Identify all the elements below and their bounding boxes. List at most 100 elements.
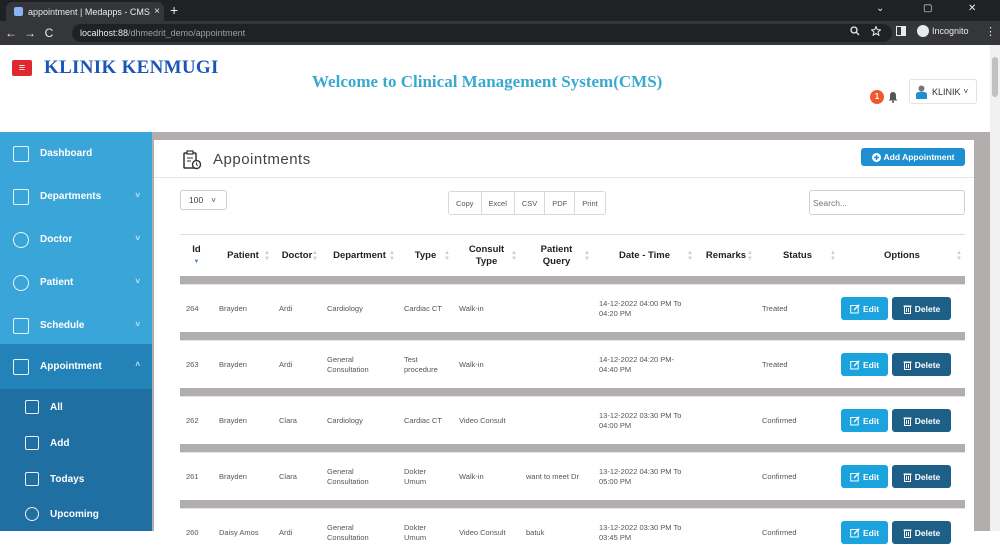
cell-consult-type: Video Consult — [453, 396, 520, 444]
edit-button[interactable]: Edit — [841, 353, 888, 376]
welcome-title: Welcome to Clinical Management System(CM… — [312, 72, 663, 91]
browser-tab[interactable]: appointment | Medapps - CMS × — [6, 2, 164, 21]
incognito-indicator[interactable]: Incognito — [917, 25, 969, 37]
edit-button[interactable]: Edit — [841, 409, 888, 432]
edit-button[interactable]: Edit — [841, 465, 888, 488]
add-appointment-button[interactable]: Add Appointment — [861, 148, 965, 166]
cell-consult-type: Video Consult — [453, 508, 520, 556]
column-header-date-time[interactable]: Date - Time ▲ ▼ — [593, 234, 696, 276]
sort-icon: ▲ ▼ — [687, 250, 693, 262]
address-bar-row: ← → C localhost:88/dhmedrit_demo/appoint… — [0, 21, 1000, 45]
cell-patient: Daisy Amos — [213, 508, 273, 556]
menu-toggle-icon[interactable]: ≡ — [12, 60, 32, 76]
cell-doctor: Ardi — [273, 284, 321, 332]
pdf-button[interactable]: PDF — [545, 192, 576, 214]
cell-type: Dokter Umum — [398, 508, 453, 556]
incognito-icon — [917, 25, 929, 37]
sidebar-item-appointment[interactable]: Appointment ˄ — [0, 344, 152, 389]
cell-id: 263 — [180, 340, 213, 388]
sidepanel-icon[interactable] — [896, 26, 906, 36]
column-header-type[interactable]: Type ▲ ▼ — [398, 234, 453, 276]
row-spacer — [180, 276, 965, 284]
star-icon[interactable] — [871, 26, 881, 36]
column-header-patient-query[interactable]: Patient Query ▲ ▼ — [520, 234, 593, 276]
forward-icon[interactable]: → — [22, 26, 38, 40]
edit-icon — [850, 303, 860, 313]
sidebar-subitem-label: Upcoming — [50, 508, 99, 520]
sidebar-subitem-add[interactable]: Add — [0, 425, 152, 461]
delete-button[interactable]: Delete — [892, 353, 951, 376]
window-close-icon[interactable]: ✕ — [968, 3, 976, 14]
sidebar-item-doctor[interactable]: Doctor ˅ — [0, 218, 152, 261]
url-host: localhost:88 — [80, 28, 129, 38]
sidebar: Dashboard Departments ˅ Doctor ˅ Patient… — [0, 132, 152, 531]
departments-icon — [13, 188, 29, 205]
sidebar-item-dashboard[interactable]: Dashboard — [0, 132, 152, 175]
column-header-patient[interactable]: Patient ▲ ▼ — [213, 234, 273, 276]
delete-button[interactable]: Delete — [892, 521, 951, 544]
tab-close-icon[interactable]: × — [150, 6, 164, 17]
trash-icon — [903, 305, 912, 314]
zoom-icon[interactable] — [850, 26, 860, 36]
delete-button[interactable]: Delete — [892, 409, 951, 432]
page-length-select[interactable]: 100 ˅ — [180, 190, 227, 210]
page-scrollbar[interactable] — [990, 45, 1000, 531]
delete-label: Delete — [914, 359, 941, 370]
minimize-icon[interactable]: ⌄ — [876, 3, 884, 14]
column-header-doctor[interactable]: Doctor ▲ ▼ — [273, 234, 321, 276]
sidebar-subitem-all[interactable]: All — [0, 389, 152, 425]
notification-button[interactable]: 1 — [870, 90, 899, 104]
delete-label: Delete — [914, 471, 941, 482]
column-header-remarks[interactable]: Remarks ▲ ▼ — [696, 234, 756, 276]
restore-icon[interactable]: ▢ — [923, 3, 932, 14]
sidebar-item-departments[interactable]: Departments ˅ — [0, 175, 152, 218]
sort-icon: ▲ ▼ — [389, 250, 395, 262]
delete-button[interactable]: Delete — [892, 297, 951, 320]
reload-icon[interactable]: C — [41, 26, 57, 40]
delete-button[interactable]: Delete — [892, 465, 951, 488]
cell-status: Confirmed — [756, 396, 839, 444]
edit-label: Edit — [862, 303, 880, 314]
column-header-label: Date - Time — [618, 249, 671, 261]
column-header-label: Options — [884, 249, 920, 261]
sidebar-item-patient[interactable]: Patient ˅ — [0, 261, 152, 304]
export-button-group: Copy Excel CSV PDF Print — [448, 191, 606, 215]
column-header-label: Department — [333, 249, 386, 261]
csv-button[interactable]: CSV — [515, 192, 546, 214]
delete-label: Delete — [914, 303, 941, 314]
user-menu-button[interactable]: KLINIK ˅ — [909, 79, 977, 104]
sidebar-item-label: Patient — [40, 277, 74, 288]
column-header-options[interactable]: Options ▲ ▼ — [839, 234, 965, 276]
row-spacer-cell — [180, 500, 965, 508]
edit-button[interactable]: Edit — [841, 297, 888, 320]
excel-button[interactable]: Excel — [482, 192, 515, 214]
copy-button[interactable]: Copy — [449, 192, 482, 214]
brand-title[interactable]: KLINIK KENMUGI — [44, 57, 219, 79]
add-appointment-label: Add Appointment — [883, 152, 955, 162]
url-path: /dhmedrit_demo/appointment — [128, 28, 246, 38]
back-icon[interactable]: ← — [3, 26, 19, 40]
row-actions: Edit Delete — [839, 353, 965, 376]
search-input[interactable] — [809, 190, 965, 215]
browser-menu-icon[interactable]: ⋮ — [985, 25, 996, 38]
sidebar-item-schedule[interactable]: Schedule ˅ — [0, 304, 152, 347]
new-tab-button[interactable]: + — [170, 2, 178, 19]
column-header-department[interactable]: Department ▲ ▼ — [321, 234, 398, 276]
cell-patient: Brayden — [213, 340, 273, 388]
cell-remarks — [696, 284, 756, 332]
sidebar-subitem-todays[interactable]: Todays — [0, 461, 152, 497]
cell-remarks — [696, 340, 756, 388]
url-field[interactable]: localhost:88/dhmedrit_demo/appointment — [72, 24, 892, 42]
cell-patient: Brayden — [213, 284, 273, 332]
column-header-status[interactable]: Status ▲ ▼ — [756, 234, 839, 276]
sort-icon: ▲ ▼ — [584, 250, 590, 262]
sort-icon: ▲ ▼ — [511, 250, 517, 262]
cell-date-time: 13-12-2022 03:30 PM To 04:00 PM — [593, 396, 696, 444]
column-header-id[interactable]: Id ▼ — [180, 234, 213, 276]
notification-badge: 1 — [870, 90, 884, 104]
print-button[interactable]: Print — [575, 192, 604, 214]
sidebar-subitem-upcoming[interactable]: Upcoming — [0, 497, 152, 531]
column-header-consult-type[interactable]: Consult Type ▲ ▼ — [453, 234, 520, 276]
scrollbar-thumb[interactable] — [992, 57, 998, 97]
edit-button[interactable]: Edit — [841, 521, 888, 544]
